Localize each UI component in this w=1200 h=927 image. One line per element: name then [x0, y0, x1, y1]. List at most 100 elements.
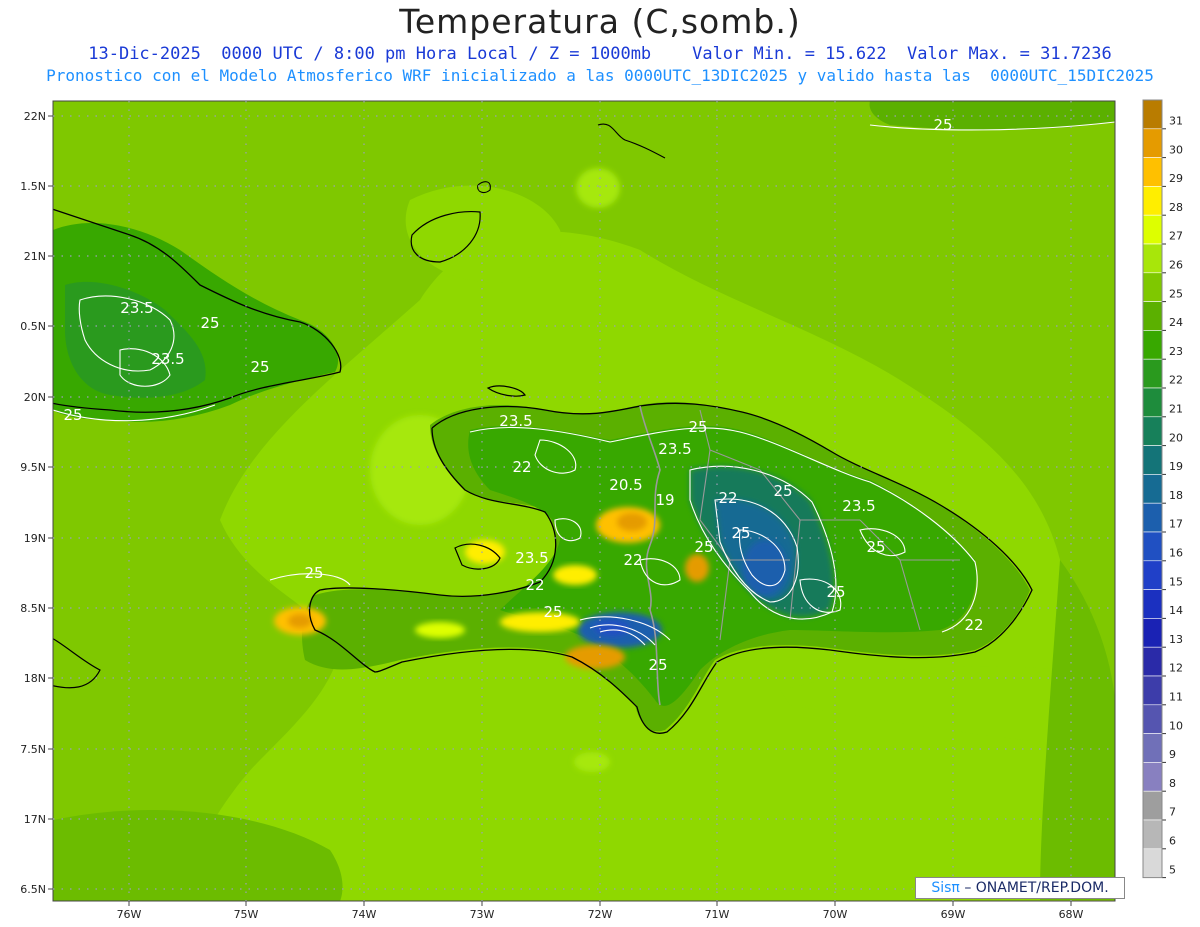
colorbar-swatch: [1142, 502, 1163, 533]
contour-label: 25: [63, 406, 82, 424]
lon-tick-label: 70W: [823, 908, 848, 921]
hot-spot-8: [415, 622, 465, 638]
colorbar-label: 12: [1169, 662, 1183, 675]
lon-tick-label: 71W: [705, 908, 730, 921]
warm-spot-27-c: [574, 752, 610, 772]
colorbar-swatch: [1142, 790, 1163, 821]
lon-tick-label: 75W: [234, 908, 259, 921]
colorbar-label: 15: [1169, 575, 1183, 588]
colorbar-swatch: [1142, 301, 1163, 331]
lon-tick-label: 72W: [588, 908, 613, 921]
colorbar-swatch: [1142, 531, 1163, 562]
lon-tick-label: 76W: [117, 908, 142, 921]
colorbar-swatch: [1142, 646, 1163, 677]
lon-tick-label: 68W: [1059, 908, 1084, 921]
lat-tick-label: 21N: [24, 250, 46, 263]
contour-label: 25: [250, 358, 269, 376]
lat-tick-label: 22N: [24, 110, 46, 123]
temperature-map: 76W 75W 74W 73W 72W 71W 70W 69W 68W 22N 1.5N 21N 0.5…: [20, 99, 1183, 921]
colorbar-label: 29: [1169, 172, 1183, 185]
colorbar-swatch: [1142, 675, 1163, 706]
contour-label: 22: [623, 551, 642, 569]
hot-spot-2: [685, 554, 709, 582]
contour-label: 23.5: [842, 497, 875, 515]
contour-label: 25: [688, 418, 707, 436]
contour-label: 23.5: [151, 350, 184, 368]
lat-tick-label: 0.5N: [20, 320, 46, 333]
contour-label: 23.5: [515, 549, 548, 567]
contour-label: 23.5: [499, 412, 532, 430]
colorbar-swatch: [1142, 387, 1163, 418]
credit-box: Sisπ – ONAMET/REP.DOM.: [915, 877, 1125, 899]
colorbar-swatch: [1142, 128, 1163, 158]
lat-tick-label: 1.5N: [20, 180, 46, 193]
colorbar-swatch: [1142, 358, 1163, 389]
colorbar-label: 26: [1169, 258, 1183, 271]
contour-label: 25: [826, 583, 845, 601]
warm-spot-27-b: [576, 168, 620, 208]
hot-spot-5: [500, 612, 580, 632]
colorbar-label: 21: [1169, 402, 1183, 415]
colorbar-swatch: [1142, 848, 1163, 878]
colorbar-swatch: [1142, 819, 1163, 850]
colorbar-swatch: [1142, 733, 1163, 763]
contour-label: 22: [512, 458, 531, 476]
lat-tick-label: 18N: [24, 672, 46, 685]
colorbar-label: 30: [1169, 143, 1183, 156]
colorbar-swatch: [1142, 330, 1163, 360]
contour-label: 22: [718, 489, 737, 507]
lat-tick-label: 20N: [24, 391, 46, 404]
colorbar-label: 20: [1169, 431, 1183, 444]
temperature-field: [53, 101, 1115, 901]
sispi-logo: Sisπ: [931, 880, 960, 896]
contour-label: 22: [525, 576, 544, 594]
cold-core-18: [743, 540, 787, 596]
colorbar-label: 7: [1169, 806, 1176, 819]
hot-spot-7: [553, 565, 597, 585]
colorbar-label: 8: [1169, 777, 1176, 790]
colorbar-label: 31: [1169, 114, 1183, 127]
colorbar-label: 28: [1169, 201, 1183, 214]
contour-label: 19: [655, 491, 674, 509]
colorbar-swatch: [1142, 272, 1163, 302]
colorbar-swatch: [1142, 474, 1163, 504]
contour-label: 25: [304, 564, 323, 582]
contour-label: 25: [200, 314, 219, 332]
lat-tick-label: 6.5N: [20, 883, 46, 896]
colorbar: 31 30 29 28 27 26 25 24 23 22 21 20 19 18 17 16 15 14 13 12…: [1142, 99, 1183, 879]
colorbar-label: 24: [1169, 316, 1183, 329]
colorbar-swatch: [1142, 589, 1163, 619]
colorbar-label: 25: [1169, 287, 1183, 300]
colorbar-label: 19: [1169, 460, 1183, 473]
colorbar-label: 27: [1169, 230, 1183, 243]
colorbar-swatch: [1142, 762, 1163, 792]
colorbar-swatch: [1142, 618, 1163, 648]
contour-label: 25: [731, 524, 750, 542]
colorbar-swatch: [1142, 445, 1163, 475]
contour-label: 25: [933, 116, 952, 134]
contour-label: 22: [964, 616, 983, 634]
colorbar-swatch: [1142, 243, 1163, 274]
contour-label: 25: [694, 538, 713, 556]
colorbar-label: 14: [1169, 604, 1183, 617]
colorbar-swatch: [1142, 214, 1163, 245]
colorbar-swatch: [1142, 99, 1163, 130]
colorbar-label: 6: [1169, 834, 1176, 847]
colorbar-label: 9: [1169, 748, 1176, 761]
lon-tick-label: 74W: [352, 908, 377, 921]
colorbar-label: 17: [1169, 518, 1183, 531]
contour-label: 25: [773, 482, 792, 500]
lat-tick-label: 9.5N: [20, 461, 46, 474]
contour-label: 23.5: [658, 440, 691, 458]
colorbar-swatch: [1142, 416, 1163, 446]
colorbar-swatch: [1142, 186, 1163, 216]
lon-tick-label: 69W: [941, 908, 966, 921]
contour-label: 25: [648, 656, 667, 674]
lat-tick-label: 8.5N: [20, 602, 46, 615]
colorbar-label: 5: [1169, 863, 1176, 876]
colorbar-label: 10: [1169, 719, 1183, 732]
colorbar-swatch: [1142, 157, 1163, 187]
colorbar-label: 23: [1169, 345, 1183, 358]
lat-tick-label: 19N: [24, 532, 46, 545]
colorbar-swatch: [1142, 560, 1163, 590]
